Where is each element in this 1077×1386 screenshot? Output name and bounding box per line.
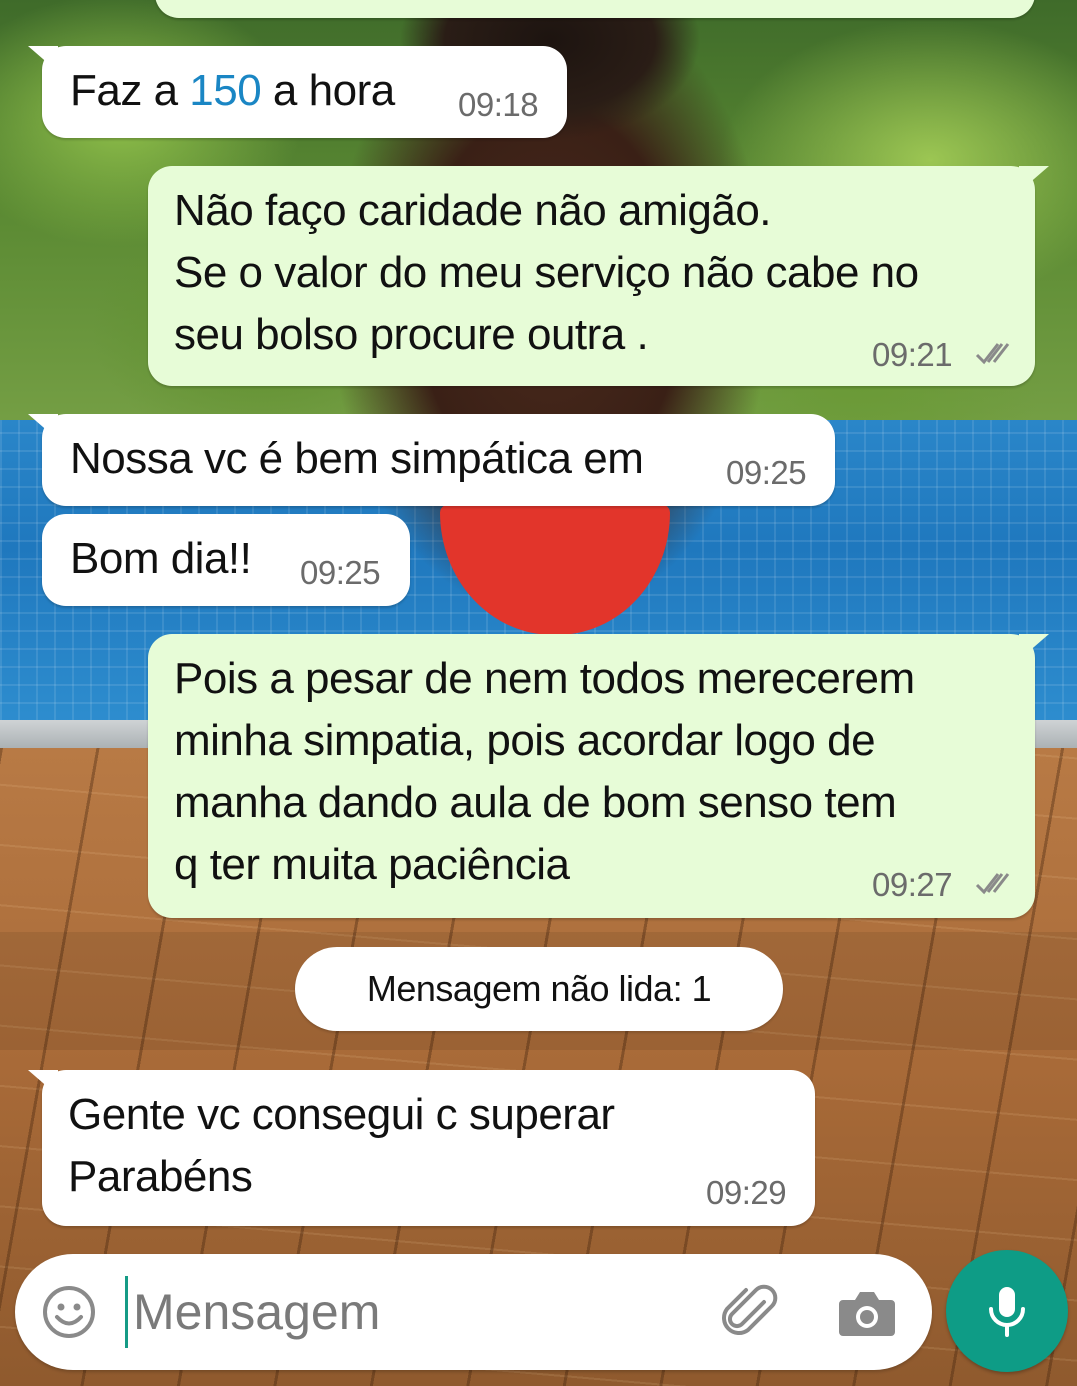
unread-messages-banner: Mensagem não lida: 1 xyxy=(295,947,783,1031)
message-input[interactable] xyxy=(133,1272,693,1352)
microphone-icon[interactable] xyxy=(946,1250,1068,1372)
emoji-icon[interactable] xyxy=(41,1284,97,1340)
message-composer xyxy=(15,1254,932,1370)
message-list[interactable]: Faz a 150 a hora 09:18 Não faço caridade… xyxy=(0,0,1077,1386)
double-check-icon xyxy=(974,338,1014,368)
message-bubble-incoming[interactable]: Nossa vc é bem simpática em 09:25 xyxy=(28,414,835,506)
message-bubble-outgoing[interactable]: Pois a pesar de nem todos merecerem minh… xyxy=(148,634,1049,918)
message-time: 09:25 xyxy=(300,554,381,591)
phone-number-link[interactable]: 150 xyxy=(189,66,261,115)
message-bubble-partial[interactable] xyxy=(155,0,1035,18)
message-bubble-incoming[interactable]: Bom dia!! 09:25 xyxy=(42,514,410,606)
message-text: Nossa vc é bem simpática em xyxy=(70,434,644,483)
text-cursor xyxy=(125,1276,128,1348)
message-text: Pois a pesar de nem todos merecerem minh… xyxy=(174,654,915,889)
paperclip-icon[interactable] xyxy=(720,1282,782,1344)
camera-icon[interactable] xyxy=(837,1284,897,1340)
message-bubble-outgoing[interactable]: Não faço caridade não amigão. Se o valor… xyxy=(148,166,1049,386)
message-bubble-incoming[interactable]: Faz a 150 a hora 09:18 xyxy=(28,46,567,138)
message-text: Faz a 150 a hora xyxy=(70,66,395,115)
message-text: Não faço caridade não amigão. Se o valor… xyxy=(174,186,919,359)
message-time: 09:27 xyxy=(872,866,953,903)
message-text: Gente vc consegui c superar Parabéns xyxy=(68,1090,615,1201)
message-time: 09:29 xyxy=(706,1174,787,1211)
message-time: 09:25 xyxy=(726,454,807,491)
message-bubble-incoming[interactable]: Gente vc consegui c superar Parabéns 09:… xyxy=(28,1070,815,1226)
message-text: Bom dia!! xyxy=(70,534,252,583)
message-time: 09:21 xyxy=(872,336,953,373)
double-check-icon xyxy=(974,868,1014,898)
message-time: 09:18 xyxy=(458,86,539,123)
